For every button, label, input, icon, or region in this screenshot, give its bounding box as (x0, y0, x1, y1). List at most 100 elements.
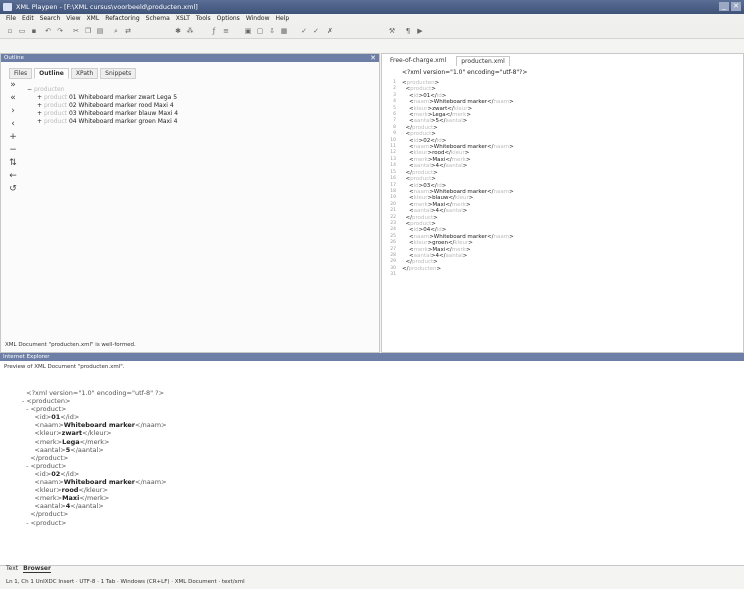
menu-view[interactable]: View (66, 14, 80, 24)
open-icon[interactable]: ▭ (18, 27, 26, 35)
minimize-icon[interactable]: _ (719, 2, 729, 11)
xml-tree-line: <aantal>4</aantal> (22, 502, 104, 511)
tab-browser[interactable]: Browser (23, 565, 51, 573)
browser-preview: Preview of XML Document "producten.xml".… (0, 361, 744, 573)
menu-xml[interactable]: XML (87, 14, 100, 24)
line-numbers: 1 2 3 4 5 6 7 8 9 10 11 12 13 14 15 16 17 18 19 20 21 22 23 24 2… (386, 80, 396, 279)
expand-all-icon[interactable]: » (7, 80, 19, 93)
close-window-icon[interactable]: ✕ (731, 2, 741, 11)
tab-producten[interactable]: producten.xml (456, 56, 510, 66)
menu-tools[interactable]: Tools (196, 14, 211, 24)
outline-side-toolbar: » « › ‹ + − ⇅ ← ↺ (7, 80, 19, 197)
menu-bar: File Edit Search View XML Refactoring Sc… (0, 14, 744, 24)
stop-icon[interactable]: ✗ (326, 27, 334, 35)
line-number: 31 (390, 272, 396, 278)
check-icon[interactable]: ✓ (300, 27, 308, 35)
save-icon[interactable]: ▪ (30, 27, 38, 35)
flag-icon[interactable]: ¶ (404, 27, 412, 35)
editor-tabs: Free-of-charge.xml producten.xml (386, 56, 510, 66)
undo-icon[interactable]: ↶ (44, 27, 52, 35)
xml-tree-line: - <producten> (22, 397, 71, 406)
xml-tree-line: </product> (22, 453, 69, 462)
xml-editor: Free-of-charge.xml producten.xml <?xml v… (381, 53, 744, 353)
tab-free-of-charge[interactable]: Free-of-charge.xml (386, 56, 450, 66)
format-icon[interactable]: ƒ (210, 27, 218, 35)
xml-tree-line: </product> (22, 510, 69, 519)
outline-tree: − producten + product 01 Whiteboard mark… (27, 86, 178, 126)
xml-tree-line: <merk>Maxi</merk> (22, 494, 110, 503)
move-right-icon[interactable]: › (7, 106, 19, 119)
replace-icon[interactable]: ⇄ (124, 27, 132, 35)
menu-refactoring[interactable]: Refactoring (105, 14, 139, 24)
tool-icon[interactable]: ⚒ (388, 27, 396, 35)
app-icon (3, 3, 12, 11)
menu-window[interactable]: Window (246, 14, 270, 24)
tab-xpath[interactable]: XPath (70, 68, 99, 79)
xml-tree-line: <?xml version="1.0" encoding="utf-8" ?> (22, 389, 165, 397)
status-bar: Ln 1, Ch 1 UnIXDC Insert · UTF-8 · 1 Tab… (6, 579, 245, 585)
xml-tree-line: <kleur>zwart</kleur> (22, 429, 112, 438)
tab-outline[interactable]: Outline (34, 68, 69, 79)
menu-schema[interactable]: Schema (146, 14, 170, 24)
code-line: </producten> (402, 265, 442, 272)
collapse-all-icon[interactable]: « (7, 93, 19, 106)
validate-icon[interactable]: ✓ (312, 27, 320, 35)
xml-tree-view: <?xml version="1.0" encoding="utf-8" ?> -… (22, 389, 167, 527)
xml-tree-line: <naam>Whiteboard marker</naam> (22, 478, 167, 487)
move-left-icon[interactable]: ‹ (7, 119, 19, 132)
schema-icon[interactable]: ▦ (280, 27, 288, 35)
menu-file[interactable]: File (6, 14, 16, 24)
paste-icon[interactable]: ▤ (96, 27, 104, 35)
xml-declaration: <?xml version="1.0" encoding="utf-8"?> (402, 69, 528, 76)
code-area[interactable]: <producten> <product> <id>01</id> <naam>… (402, 80, 514, 272)
preview-tabs: Text Browser (6, 565, 51, 573)
list-item[interactable]: + product 03 Whiteboard marker blauw Max… (27, 110, 178, 118)
outline-root[interactable]: − producten (27, 86, 178, 94)
menu-options[interactable]: Options (217, 14, 240, 24)
menu-edit[interactable]: Edit (22, 14, 34, 24)
close-icon[interactable]: ✕ (370, 54, 376, 62)
window-title: XML Playpen - [F:\XML cursus\voorbeeld\p… (16, 3, 198, 11)
outline-panel-title: Outline (1, 54, 379, 62)
tab-text[interactable]: Text (6, 565, 18, 573)
bold-icon[interactable]: ✱ (174, 27, 182, 35)
cut-icon[interactable]: ✂ (72, 27, 80, 35)
new-file-icon[interactable]: ▫ (6, 27, 14, 35)
window-controls: _ ✕ (719, 2, 741, 11)
tab-files[interactable]: Files (9, 68, 33, 79)
list-item[interactable]: + product 01 Whiteboard marker zwart Leg… (27, 94, 178, 102)
outline-tabs: Files Outline XPath Snippets (9, 68, 137, 79)
menu-xslt[interactable]: XSLT (176, 14, 190, 24)
toolbar: ▫ ▭ ▪ ↶ ↷ ✂ ❐ ▤ ⌕ ⇄ ✱ ⁂ ƒ ≡ ▣ ▢ ⇩ ▦ ✓ ✓ … (0, 24, 744, 39)
undo-node-icon[interactable]: ↺ (7, 184, 19, 197)
xml-tree-line: <id>01</id> (22, 413, 80, 422)
preview-caption: Preview of XML Document "producten.xml". (4, 364, 125, 370)
menu-help[interactable]: Help (275, 14, 289, 24)
browser-panel-title: Internet Explorer (0, 353, 744, 361)
add-node-icon[interactable]: + (7, 132, 19, 145)
indent-icon[interactable]: ≡ (222, 27, 230, 35)
list-item[interactable]: + product 02 Whiteboard marker rood Maxi… (27, 102, 178, 110)
transform-icon[interactable]: ⇩ (268, 27, 276, 35)
xml-tree-line: <kleur>rood</kleur> (22, 486, 108, 495)
menu-search[interactable]: Search (40, 14, 61, 24)
xml-tree-line: <merk>Lega</merk> (22, 437, 110, 446)
list-item[interactable]: + product 04 Whiteboard marker groen Max… (27, 118, 178, 126)
italic-icon[interactable]: ⁂ (186, 27, 194, 35)
xml-tree-line: <naam>Whiteboard marker</naam> (22, 421, 167, 430)
play-icon[interactable]: ▶ (416, 27, 424, 35)
copy-icon[interactable]: ❐ (84, 27, 92, 35)
view-icon[interactable]: ▣ (244, 27, 252, 35)
wellformed-status: XML Document "producten.xml" is well-for… (5, 342, 136, 348)
outline-panel: Outline ✕ Files Outline XPath Snippets »… (0, 53, 380, 353)
remove-node-icon[interactable]: − (7, 145, 19, 158)
sort-icon[interactable]: ⇅ (7, 158, 19, 171)
xml-tree-line: - <product> (22, 518, 67, 527)
find-icon[interactable]: ⌕ (112, 27, 120, 35)
tab-snippets[interactable]: Snippets (100, 68, 137, 79)
title-bar: XML Playpen - [F:\XML cursus\voorbeeld\p… (0, 0, 744, 14)
window-icon[interactable]: ▢ (256, 27, 264, 35)
redo-icon[interactable]: ↷ (56, 27, 64, 35)
xml-tree-line: - <product> (22, 405, 67, 414)
back-icon[interactable]: ← (7, 171, 19, 184)
